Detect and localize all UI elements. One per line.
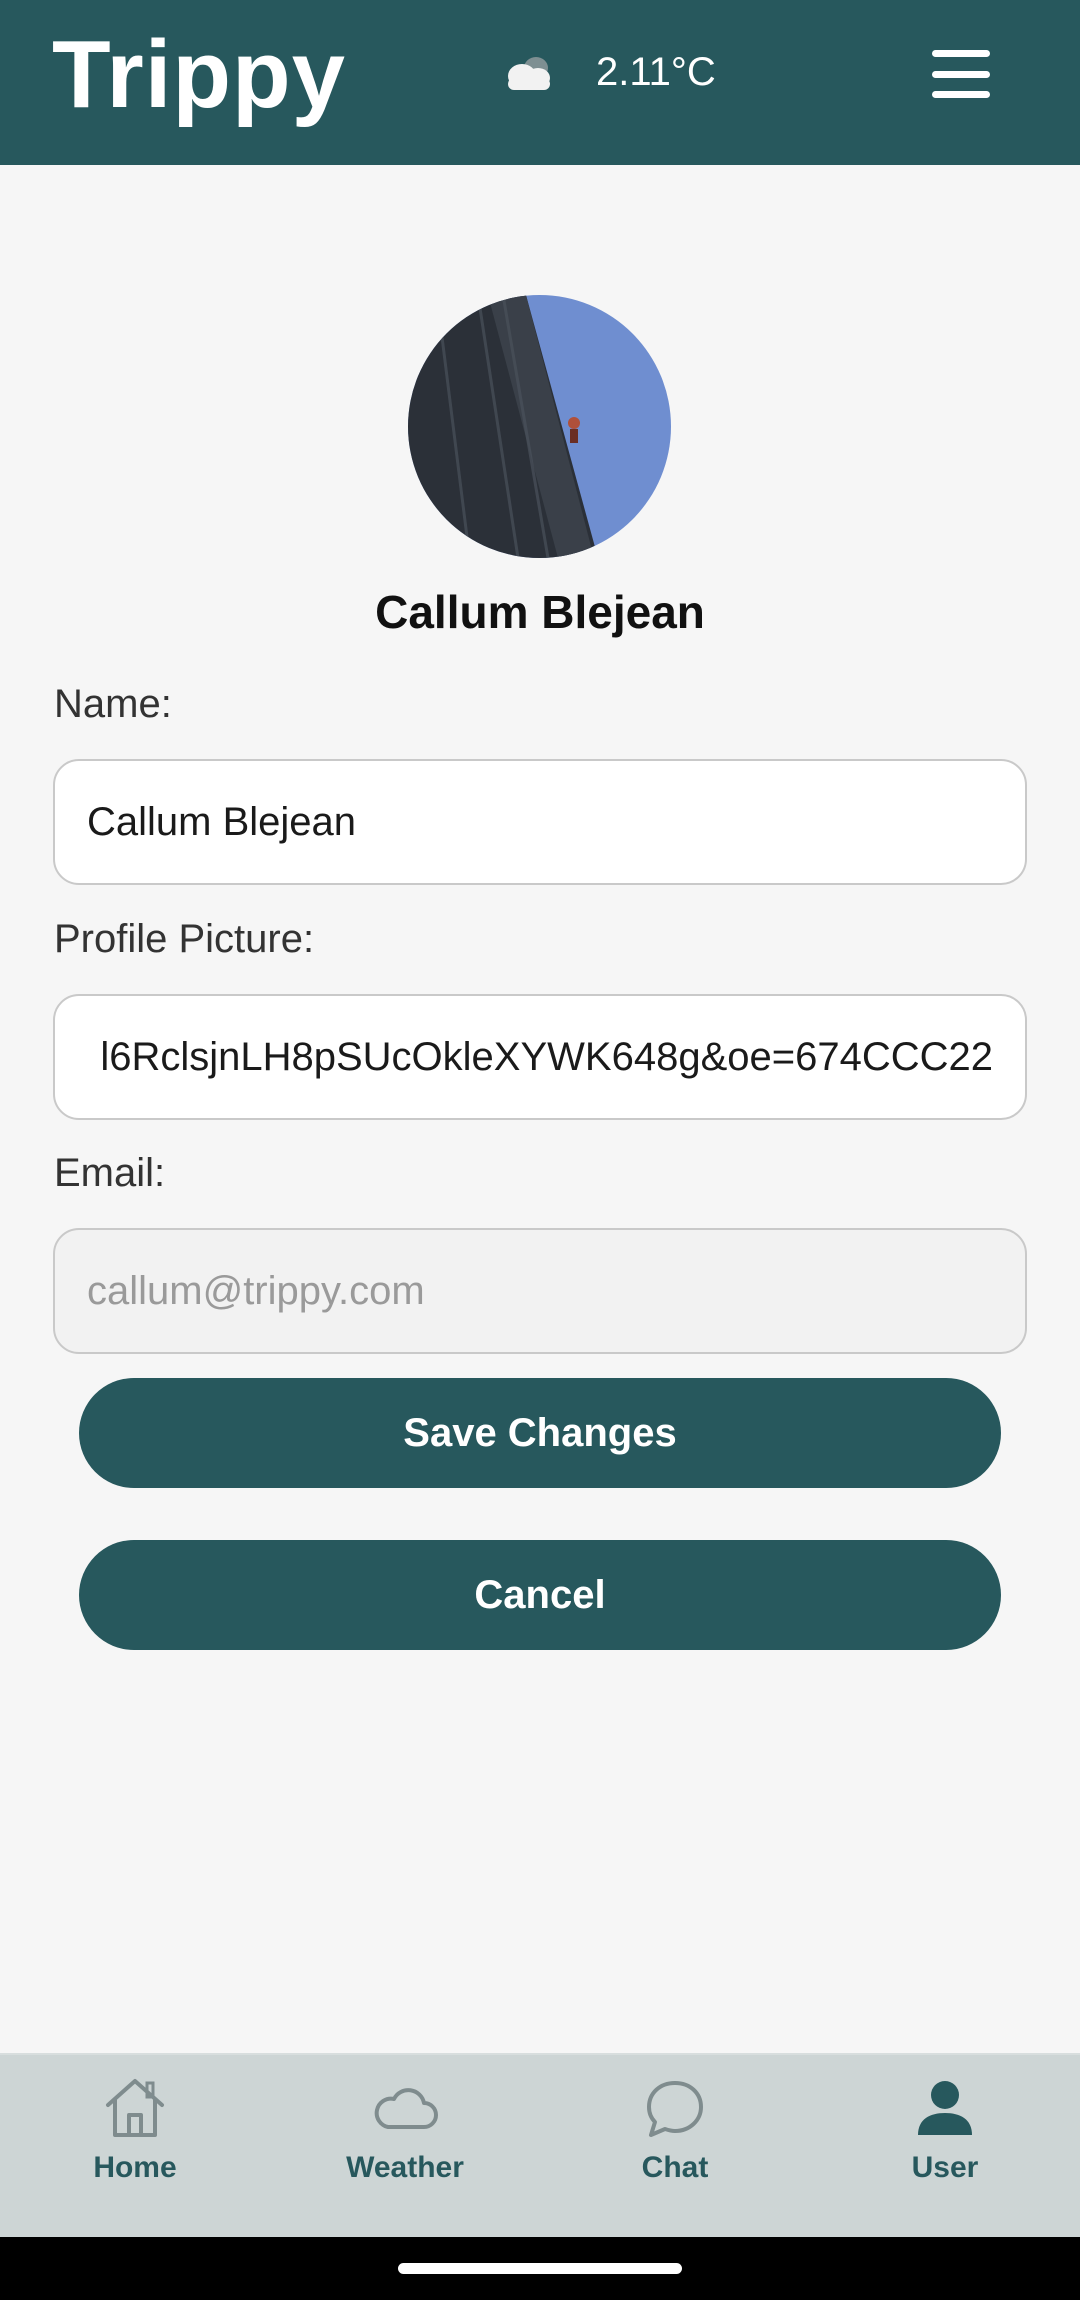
temperature-readout: 2.11°C [596,49,716,94]
nav-label-chat: Chat [641,2151,709,2184]
email-field[interactable]: callum@trippy.com [53,1228,1027,1354]
app-header: Trippy 2.11°C [0,0,1080,165]
cancel-button[interactable]: Cancel [79,1540,1001,1650]
name-label: Name: [54,682,172,726]
profile-picture-label: Profile Picture: [54,917,315,961]
save-changes-button[interactable]: Save Changes [79,1378,1001,1488]
profile-display-name: Callum Blejean [375,586,705,638]
nav-label-user: User [911,2151,979,2184]
chat-bubble-icon [642,2075,708,2141]
cloud-icon [370,2075,440,2141]
system-navigation-bar [0,2237,1080,2300]
hamburger-menu-icon[interactable] [918,44,1004,104]
home-icon [102,2075,168,2141]
weather-widget[interactable]: 2.11°C [500,42,716,102]
nav-item-weather[interactable]: Weather [270,2055,540,2237]
nav-label-home: Home [93,2151,177,2184]
avatar [408,295,671,558]
nav-item-user[interactable]: User [810,2055,1080,2237]
nav-label-weather: Weather [346,2151,464,2184]
app-title: Trippy [52,21,347,128]
home-indicator[interactable] [398,2263,682,2274]
user-icon [912,2075,978,2141]
name-input[interactable]: Callum Blejean [53,759,1027,885]
email-label: Email: [54,1151,166,1195]
nav-item-chat[interactable]: Chat [540,2055,810,2237]
nav-item-home[interactable]: Home [0,2055,270,2237]
profile-picture-input[interactable]: l6RclsjnLH8pSUcOkleXYWK648g&oe=674CCC22 [53,994,1027,1120]
bottom-navigation: Home Weather Chat User [0,2053,1080,2237]
cloud-icon [500,52,556,92]
